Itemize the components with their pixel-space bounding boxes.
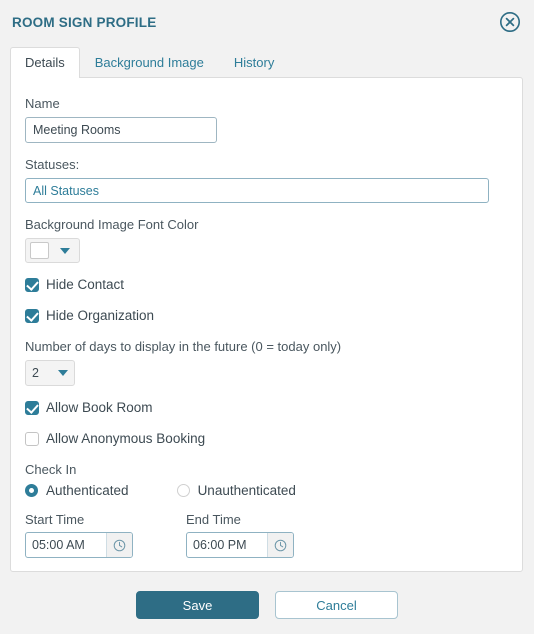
font-color-label: Background Image Font Color (25, 217, 508, 232)
name-label: Name (25, 96, 508, 111)
statuses-field-group: Statuses: All Statuses (25, 157, 508, 203)
font-color-field-group: Background Image Font Color (25, 217, 508, 263)
end-time-label: End Time (186, 512, 324, 527)
days-future-select[interactable]: 2 (25, 360, 75, 386)
allow-book-room-checkbox[interactable]: Allow Book Room (25, 400, 508, 415)
start-time-input[interactable] (26, 533, 106, 557)
tab-history[interactable]: History (219, 47, 289, 78)
days-future-value: 2 (32, 366, 39, 380)
cancel-button[interactable]: Cancel (275, 591, 398, 619)
start-time-label: Start Time (25, 512, 163, 527)
radio-unauthenticated-label: Unauthenticated (198, 483, 296, 498)
clock-icon[interactable] (106, 533, 132, 557)
checkbox-icon (25, 432, 39, 446)
details-panel: Name Statuses: All Statuses Background I… (10, 77, 523, 572)
days-future-label: Number of days to display in the future … (25, 339, 508, 354)
font-color-picker[interactable] (25, 238, 80, 263)
tab-details[interactable]: Details (10, 47, 80, 78)
end-time-group: End Time (186, 512, 324, 558)
statuses-value: All Statuses (33, 184, 99, 198)
radio-unauthenticated[interactable]: Unauthenticated (177, 483, 296, 498)
hide-organization-label: Hide Organization (46, 308, 154, 323)
tab-bar: Details Background Image History (0, 44, 534, 77)
radio-icon (177, 484, 190, 497)
hide-organization-checkbox[interactable]: Hide Organization (25, 308, 508, 323)
clock-icon[interactable] (267, 533, 293, 557)
modal-header: ROOM SIGN PROFILE (0, 0, 534, 44)
allow-anonymous-booking-label: Allow Anonymous Booking (46, 431, 205, 446)
modal-footer: Save Cancel (0, 572, 534, 619)
days-future-field-group: Number of days to display in the future … (25, 339, 508, 386)
statuses-multiselect[interactable]: All Statuses (25, 178, 489, 203)
save-button[interactable]: Save (136, 591, 259, 619)
checkbox-icon (25, 309, 39, 323)
allow-anonymous-booking-checkbox[interactable]: Allow Anonymous Booking (25, 431, 508, 446)
checkbox-icon (25, 401, 39, 415)
time-range-row: Start Time End Time (25, 512, 508, 558)
start-time-field[interactable] (25, 532, 133, 558)
check-in-radio-group: Authenticated Unauthenticated (25, 483, 508, 498)
hide-contact-checkbox[interactable]: Hide Contact (25, 277, 508, 292)
chevron-down-icon (58, 370, 68, 376)
radio-authenticated[interactable]: Authenticated (25, 483, 129, 498)
tab-background-image[interactable]: Background Image (80, 47, 219, 78)
end-time-input[interactable] (187, 533, 267, 557)
hide-contact-label: Hide Contact (46, 277, 124, 292)
end-time-field[interactable] (186, 532, 294, 558)
chevron-down-icon (60, 248, 70, 254)
allow-book-room-label: Allow Book Room (46, 400, 153, 415)
checkbox-icon (25, 278, 39, 292)
name-input[interactable] (25, 117, 217, 143)
color-swatch (30, 242, 49, 259)
check-in-label: Check In (25, 462, 508, 477)
close-circle-icon[interactable] (499, 11, 521, 33)
radio-authenticated-label: Authenticated (46, 483, 129, 498)
name-field-group: Name (25, 96, 508, 143)
statuses-label: Statuses: (25, 157, 508, 172)
page-title: ROOM SIGN PROFILE (12, 15, 156, 30)
radio-icon (25, 484, 38, 497)
start-time-group: Start Time (25, 512, 163, 558)
